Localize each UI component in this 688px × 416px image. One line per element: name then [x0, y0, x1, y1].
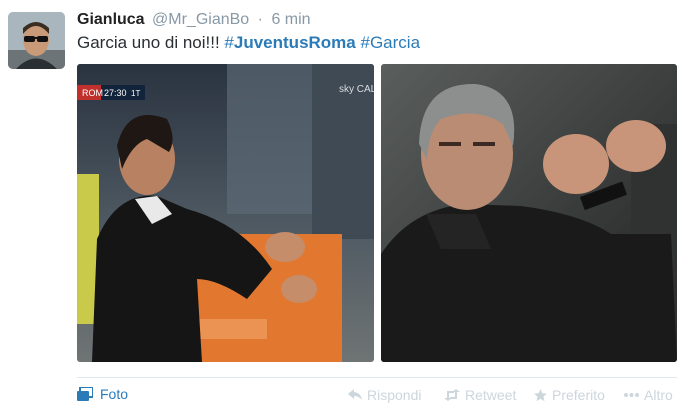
reply-button[interactable]: Rispondi: [348, 387, 421, 403]
header-separator: ·: [257, 11, 263, 28]
avatar[interactable]: [8, 12, 65, 69]
retweet-label: Retweet: [465, 387, 517, 403]
coach-sideline-photo: ROM 27:30 1T sky CALC: [77, 64, 374, 362]
favorite-label: Preferito: [552, 387, 605, 403]
scoreboard-time: 27:30: [104, 88, 127, 98]
reply-arrow-icon: [348, 389, 362, 400]
tweet-photo-1[interactable]: ROM 27:30 1T sky CALC: [77, 64, 374, 362]
retweet-icon: [444, 389, 460, 401]
tweet-actions: Foto Rispondi Retweet Preferito Altro: [0, 385, 688, 409]
hashtag-garcia[interactable]: #Garcia: [361, 33, 421, 52]
more-dots-icon: [624, 393, 639, 397]
author-handle[interactable]: @Mr_GianBo: [152, 11, 249, 28]
tweet-header: Gianluca @Mr_GianBo · 6 min: [77, 10, 311, 30]
tweet-text: Garcia uno di noi!!! #JuventusRoma #Garc…: [77, 33, 420, 53]
tweet-text-plain: Garcia uno di noi!!!: [77, 33, 225, 52]
scoreboard-period: 1T: [131, 89, 140, 98]
hashtag-juventusroma[interactable]: #JuventusRoma: [224, 33, 355, 52]
broadcaster-logo: sky CALC: [339, 84, 374, 95]
author-name[interactable]: Gianluca: [77, 11, 145, 28]
tweet-photo-2[interactable]: [381, 64, 677, 362]
tweet: Gianluca @Mr_GianBo · 6 min Garcia uno d…: [0, 0, 688, 416]
coach-fists-photo: [381, 64, 677, 362]
retweet-button[interactable]: Retweet: [444, 387, 516, 403]
favorite-button[interactable]: Preferito: [534, 387, 605, 403]
hashtag-juventusroma-symbol: #: [224, 33, 234, 52]
footer-divider: [77, 377, 677, 378]
tweet-timestamp[interactable]: 6 min: [271, 11, 310, 28]
reply-label: Rispondi: [367, 387, 422, 403]
more-label: Altro: [644, 387, 673, 403]
photo-icon: [77, 387, 93, 401]
more-button[interactable]: Altro: [624, 387, 673, 403]
scoreboard-team: ROM: [82, 88, 103, 98]
hashtag-juventusroma-text: JuventusRoma: [233, 33, 356, 52]
avatar-image: [8, 12, 65, 69]
foto-label: Foto: [100, 386, 129, 402]
foto-button[interactable]: Foto: [77, 386, 128, 402]
star-icon: [534, 388, 547, 401]
